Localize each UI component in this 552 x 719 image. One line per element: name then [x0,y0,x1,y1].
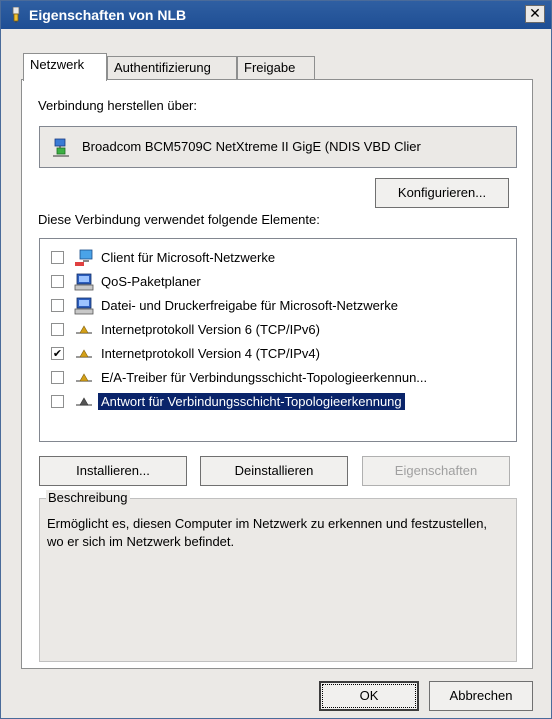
checkbox[interactable] [51,251,64,264]
close-button[interactable]: ✕ [525,5,545,23]
checkbox[interactable] [51,323,64,336]
tab-label: Freigabe [244,60,296,75]
tab-label: Authentifizierung [114,60,211,75]
tab-authentifizierung[interactable]: Authentifizierung [107,56,237,80]
list-item-qos[interactable]: QoS-Paketplaner [40,271,516,295]
item-label: E/A-Treiber für Verbindungsschicht-Topol… [101,370,428,385]
properties-button[interactable]: Eigenschaften [362,456,510,486]
close-icon: ✕ [529,6,541,22]
protocol-icon [76,349,92,358]
list-item-ipv6[interactable]: Internetprotokoll Version 6 (TCP/IPv6) [40,319,516,343]
list-item-file-printer-sharing[interactable]: Datei- und Druckerfreigabe für Microsoft… [40,295,516,319]
item-label: Datei- und Druckerfreigabe für Microsoft… [101,298,398,313]
list-item-client[interactable]: Client für Microsoft-Netzwerke [40,247,516,271]
checkbox-checked[interactable]: ✔ [51,347,64,360]
item-label: Internetprotokoll Version 6 (TCP/IPv6) [101,322,320,337]
connect-via-label: Verbindung herstellen über: [38,98,198,113]
adapter-field: Broadcom BCM5709C NetXtreme II GigE (NDI… [39,126,517,168]
description-group: Beschreibung Ermöglicht es, diesen Compu… [39,490,517,662]
title-bar[interactable]: Eigenschaften von NLB ✕ [1,1,551,29]
service-computer-icon [74,297,94,315]
window-title: Eigenschaften von NLB [29,7,187,23]
checkbox[interactable] [51,299,64,312]
item-label-selected: Antwort für Verbindungsschicht-Topologie… [98,393,405,410]
protocol-icon [76,397,92,406]
elements-label: Diese Verbindung verwendet folgende Elem… [38,212,320,227]
install-button[interactable]: Installieren... [39,456,187,486]
tab-freigabe[interactable]: Freigabe [237,56,315,80]
list-item-ipv4[interactable]: ✔ Internetprotokoll Version 4 (TCP/IPv4) [40,343,516,367]
item-label: Client für Microsoft-Netzwerke [101,250,276,265]
protocol-icon [76,325,92,334]
list-item-lltd-io-driver[interactable]: E/A-Treiber für Verbindungsschicht-Topol… [40,367,516,391]
service-computer-icon [74,273,94,291]
uninstall-button[interactable]: Deinstallieren [200,456,348,486]
tab-panel-netzwerk: Verbindung herstellen über: Broadcom BCM… [21,79,533,669]
checkbox[interactable] [51,371,64,384]
description-text: Ermöglicht es, diesen Computer im Netzwe… [47,516,488,549]
tab-label: Netzwerk [30,57,85,72]
adapter-name: Broadcom BCM5709C NetXtreme II GigE (NDI… [82,139,421,154]
cancel-button[interactable]: Abbrechen [429,681,533,711]
item-label: QoS-Paketplaner [101,274,201,289]
description-title: Beschreibung [46,490,130,505]
tab-netzwerk[interactable]: Netzwerk [23,53,107,81]
properties-dialog: Eigenschaften von NLB ✕ Netzwerk Authent… [0,0,552,719]
ok-button[interactable]: OK [319,681,419,711]
checkbox[interactable] [51,275,64,288]
network-adapter-icon [53,138,69,157]
list-item-lltd-responder[interactable]: Antwort für Verbindungsschicht-Topologie… [40,391,516,415]
checkbox[interactable] [51,395,64,408]
network-cable-icon [12,7,20,23]
network-client-icon [75,249,93,266]
item-label: Internetprotokoll Version 4 (TCP/IPv4) [101,346,320,361]
elements-list[interactable]: Client für Microsoft-Netzwerke QoS-Paket… [39,238,517,442]
configure-button[interactable]: Konfigurieren... [375,178,509,208]
protocol-icon [76,373,92,382]
